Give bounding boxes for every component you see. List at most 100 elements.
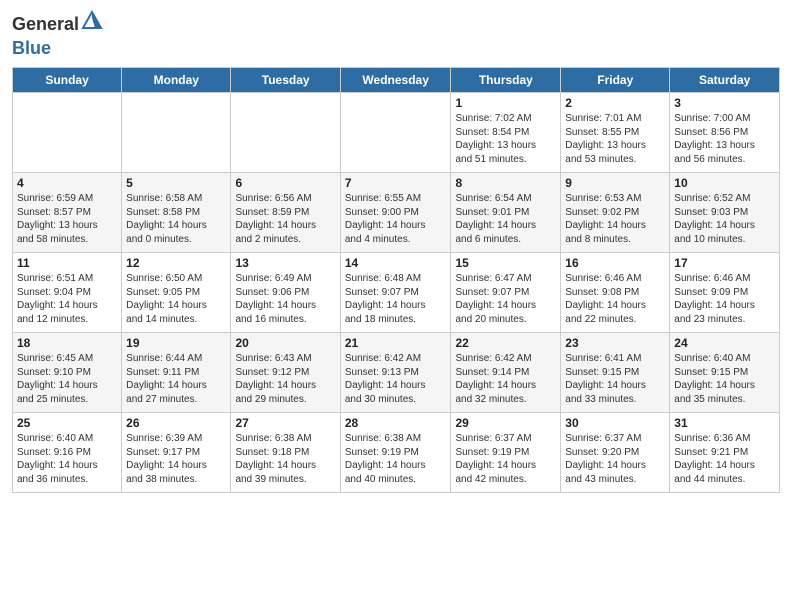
day-number: 5: [126, 176, 226, 190]
calendar-container: General Blue SundayMondayTuesdayWednesda…: [0, 0, 792, 612]
day-info: Sunrise: 6:46 AM Sunset: 9:08 PM Dayligh…: [565, 272, 665, 326]
day-info: Sunrise: 7:02 AM Sunset: 8:54 PM Dayligh…: [455, 112, 556, 166]
logo-triangle-icon: [81, 10, 103, 32]
day-info: Sunrise: 6:38 AM Sunset: 9:18 PM Dayligh…: [235, 432, 335, 486]
weekday-header-wednesday: Wednesday: [340, 68, 451, 93]
calendar-cell: 7 Sunrise: 6:55 AM Sunset: 9:00 PM Daylig…: [340, 173, 451, 253]
day-number: 22: [455, 336, 556, 350]
day-info: Sunrise: 6:43 AM Sunset: 9:12 PM Dayligh…: [235, 352, 335, 406]
day-info: Sunrise: 6:38 AM Sunset: 9:19 PM Dayligh…: [345, 432, 447, 486]
calendar-cell: 16 Sunrise: 6:46 AM Sunset: 9:08 PM Dayli…: [561, 253, 670, 333]
day-number: 8: [455, 176, 556, 190]
calendar-cell: 17 Sunrise: 6:46 AM Sunset: 9:09 PM Dayli…: [670, 253, 780, 333]
day-info: Sunrise: 6:54 AM Sunset: 9:01 PM Dayligh…: [455, 192, 556, 246]
day-info: Sunrise: 6:36 AM Sunset: 9:21 PM Dayligh…: [674, 432, 775, 486]
day-number: 12: [126, 256, 226, 270]
header: General Blue: [12, 10, 780, 59]
day-number: 21: [345, 336, 447, 350]
day-number: 27: [235, 416, 335, 430]
weekday-header-row: SundayMondayTuesdayWednesdayThursdayFrid…: [13, 68, 780, 93]
calendar-cell: 22 Sunrise: 6:42 AM Sunset: 9:14 PM Dayli…: [451, 333, 561, 413]
day-number: 30: [565, 416, 665, 430]
logo-general: General: [12, 14, 79, 35]
calendar-cell: 1Sunrise: 7:02 AM Sunset: 8:54 PM Daylig…: [451, 93, 561, 173]
calendar-week-row: 4 Sunrise: 6:59 AM Sunset: 8:57 PM Daylig…: [13, 173, 780, 253]
day-info: Sunrise: 6:58 AM Sunset: 8:58 PM Dayligh…: [126, 192, 226, 246]
calendar-cell: [231, 93, 340, 173]
weekday-header-friday: Friday: [561, 68, 670, 93]
calendar-week-row: 11 Sunrise: 6:51 AM Sunset: 9:04 PM Dayli…: [13, 253, 780, 333]
day-info: Sunrise: 6:46 AM Sunset: 9:09 PM Dayligh…: [674, 272, 775, 326]
calendar-cell: 15Sunrise: 6:47 AM Sunset: 9:07 PM Dayli…: [451, 253, 561, 333]
calendar-cell: 11 Sunrise: 6:51 AM Sunset: 9:04 PM Dayli…: [13, 253, 122, 333]
day-number: 26: [126, 416, 226, 430]
day-info: Sunrise: 6:45 AM Sunset: 9:10 PM Dayligh…: [17, 352, 117, 406]
day-info: Sunrise: 6:37 AM Sunset: 9:20 PM Dayligh…: [565, 432, 665, 486]
day-number: 31: [674, 416, 775, 430]
day-info: Sunrise: 6:56 AM Sunset: 8:59 PM Dayligh…: [235, 192, 335, 246]
day-info: Sunrise: 6:49 AM Sunset: 9:06 PM Dayligh…: [235, 272, 335, 326]
calendar-cell: 28Sunrise: 6:38 AM Sunset: 9:19 PM Dayli…: [340, 413, 451, 493]
day-number: 7: [345, 176, 447, 190]
day-number: 9: [565, 176, 665, 190]
day-number: 11: [17, 256, 117, 270]
day-info: Sunrise: 6:44 AM Sunset: 9:11 PM Dayligh…: [126, 352, 226, 406]
day-number: 3: [674, 96, 775, 110]
calendar-cell: 27 Sunrise: 6:38 AM Sunset: 9:18 PM Dayli…: [231, 413, 340, 493]
day-number: 6: [235, 176, 335, 190]
calendar-cell: 29Sunrise: 6:37 AM Sunset: 9:19 PM Dayli…: [451, 413, 561, 493]
calendar-week-row: 25 Sunrise: 6:40 AM Sunset: 9:16 PM Dayli…: [13, 413, 780, 493]
day-info: Sunrise: 6:48 AM Sunset: 9:07 PM Dayligh…: [345, 272, 447, 326]
day-number: 13: [235, 256, 335, 270]
day-info: Sunrise: 6:50 AM Sunset: 9:05 PM Dayligh…: [126, 272, 226, 326]
day-info: Sunrise: 6:42 AM Sunset: 9:14 PM Dayligh…: [455, 352, 556, 406]
calendar-cell: 31 Sunrise: 6:36 AM Sunset: 9:21 PM Dayli…: [670, 413, 780, 493]
day-info: Sunrise: 6:37 AM Sunset: 9:19 PM Dayligh…: [455, 432, 556, 486]
day-number: 25: [17, 416, 117, 430]
day-number: 14: [345, 256, 447, 270]
day-number: 23: [565, 336, 665, 350]
day-info: Sunrise: 6:55 AM Sunset: 9:00 PM Dayligh…: [345, 192, 447, 246]
calendar-cell: 12 Sunrise: 6:50 AM Sunset: 9:05 PM Dayli…: [122, 253, 231, 333]
calendar-cell: 14 Sunrise: 6:48 AM Sunset: 9:07 PM Dayli…: [340, 253, 451, 333]
day-info: Sunrise: 6:39 AM Sunset: 9:17 PM Dayligh…: [126, 432, 226, 486]
calendar-cell: 8 Sunrise: 6:54 AM Sunset: 9:01 PM Daylig…: [451, 173, 561, 253]
day-info: Sunrise: 6:40 AM Sunset: 9:16 PM Dayligh…: [17, 432, 117, 486]
day-number: 19: [126, 336, 226, 350]
calendar-cell: 10 Sunrise: 6:52 AM Sunset: 9:03 PM Dayli…: [670, 173, 780, 253]
weekday-header-sunday: Sunday: [13, 68, 122, 93]
day-number: 24: [674, 336, 775, 350]
calendar-cell: 20 Sunrise: 6:43 AM Sunset: 9:12 PM Dayli…: [231, 333, 340, 413]
day-info: Sunrise: 6:51 AM Sunset: 9:04 PM Dayligh…: [17, 272, 117, 326]
calendar-cell: 9Sunrise: 6:53 AM Sunset: 9:02 PM Daylig…: [561, 173, 670, 253]
day-info: Sunrise: 7:00 AM Sunset: 8:56 PM Dayligh…: [674, 112, 775, 166]
weekday-header-thursday: Thursday: [451, 68, 561, 93]
day-number: 10: [674, 176, 775, 190]
weekday-header-monday: Monday: [122, 68, 231, 93]
calendar-cell: 3 Sunrise: 7:00 AM Sunset: 8:56 PM Daylig…: [670, 93, 780, 173]
calendar-cell: [13, 93, 122, 173]
calendar-cell: 18 Sunrise: 6:45 AM Sunset: 9:10 PM Dayli…: [13, 333, 122, 413]
calendar-week-row: 18 Sunrise: 6:45 AM Sunset: 9:10 PM Dayli…: [13, 333, 780, 413]
calendar-table: SundayMondayTuesdayWednesdayThursdayFrid…: [12, 67, 780, 493]
day-number: 18: [17, 336, 117, 350]
day-info: Sunrise: 6:47 AM Sunset: 9:07 PM Dayligh…: [455, 272, 556, 326]
day-number: 17: [674, 256, 775, 270]
day-number: 20: [235, 336, 335, 350]
calendar-cell: 5 Sunrise: 6:58 AM Sunset: 8:58 PM Daylig…: [122, 173, 231, 253]
day-number: 16: [565, 256, 665, 270]
day-number: 4: [17, 176, 117, 190]
calendar-cell: 13 Sunrise: 6:49 AM Sunset: 9:06 PM Dayli…: [231, 253, 340, 333]
logo-wordmark: General Blue: [12, 10, 103, 59]
day-number: 2: [565, 96, 665, 110]
calendar-cell: 2Sunrise: 7:01 AM Sunset: 8:55 PM Daylig…: [561, 93, 670, 173]
calendar-cell: 21 Sunrise: 6:42 AM Sunset: 9:13 PM Dayli…: [340, 333, 451, 413]
calendar-cell: 23 Sunrise: 6:41 AM Sunset: 9:15 PM Dayli…: [561, 333, 670, 413]
day-info: Sunrise: 6:59 AM Sunset: 8:57 PM Dayligh…: [17, 192, 117, 246]
day-info: Sunrise: 6:41 AM Sunset: 9:15 PM Dayligh…: [565, 352, 665, 406]
day-info: Sunrise: 6:52 AM Sunset: 9:03 PM Dayligh…: [674, 192, 775, 246]
calendar-cell: 24 Sunrise: 6:40 AM Sunset: 9:15 PM Dayli…: [670, 333, 780, 413]
day-info: Sunrise: 6:40 AM Sunset: 9:15 PM Dayligh…: [674, 352, 775, 406]
day-info: Sunrise: 6:42 AM Sunset: 9:13 PM Dayligh…: [345, 352, 447, 406]
calendar-cell: 25 Sunrise: 6:40 AM Sunset: 9:16 PM Dayli…: [13, 413, 122, 493]
